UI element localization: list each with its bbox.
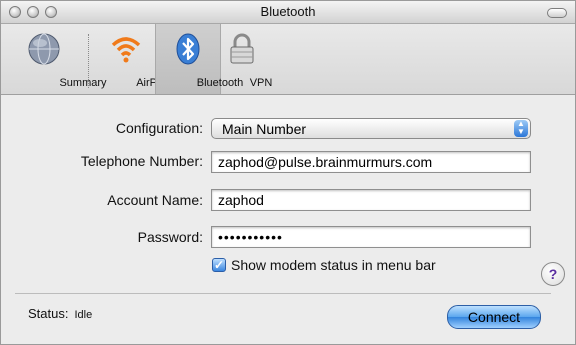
status-label: Status: xyxy=(28,306,69,321)
toolbar-toggle-button[interactable] xyxy=(547,8,567,18)
telephone-number-field[interactable]: zaphod@pulse.brainmurmurs.com xyxy=(211,151,531,173)
help-button[interactable]: ? xyxy=(541,262,565,286)
configuration-value: Main Number xyxy=(222,121,307,137)
account-name-label: Account Name: xyxy=(107,192,203,208)
toolbar-item-summary[interactable]: Summary xyxy=(5,24,107,94)
account-name-field[interactable]: zaphod xyxy=(211,189,531,211)
bluetooth-icon xyxy=(173,32,203,69)
toolbar-item-vpn-label: VPN xyxy=(249,77,273,89)
status-value: Idle xyxy=(74,309,93,321)
toolbar-item-vpn[interactable]: VPN xyxy=(223,24,272,94)
toolbar-separator xyxy=(88,34,89,88)
title-bar: Bluetooth xyxy=(1,1,575,24)
status-area: Status: Idle xyxy=(28,306,92,321)
configuration-label: Configuration: xyxy=(115,120,203,136)
airport-icon xyxy=(109,32,143,69)
toolbar-item-bluetooth[interactable]: Bluetooth xyxy=(155,24,243,94)
configuration-popup[interactable]: Main Number ▲ ▼ xyxy=(211,118,531,139)
password-field[interactable]: ••••••••••• xyxy=(211,226,531,248)
popup-arrows-icon: ▲ ▼ xyxy=(514,120,528,137)
toolbar: Summary AirPort Bluetooth VPN xyxy=(1,24,575,95)
show-modem-status-label[interactable]: Show modem status in menu bar xyxy=(231,257,436,273)
connect-button[interactable]: Connect xyxy=(447,305,541,329)
telephone-number-label: Telephone Number: xyxy=(80,153,203,169)
bluetooth-window: Bluetooth Summary AirPort Bluetooth VPN … xyxy=(0,0,576,345)
show-modem-status-checkbox[interactable]: ✓ xyxy=(212,258,226,272)
toolbar-item-airport[interactable]: AirPort xyxy=(99,24,170,94)
window-title: Bluetooth xyxy=(260,4,316,19)
vpn-lock-icon xyxy=(227,32,257,69)
password-label: Password: xyxy=(137,229,203,245)
network-globe-icon xyxy=(27,32,61,69)
footer-divider xyxy=(15,293,551,294)
